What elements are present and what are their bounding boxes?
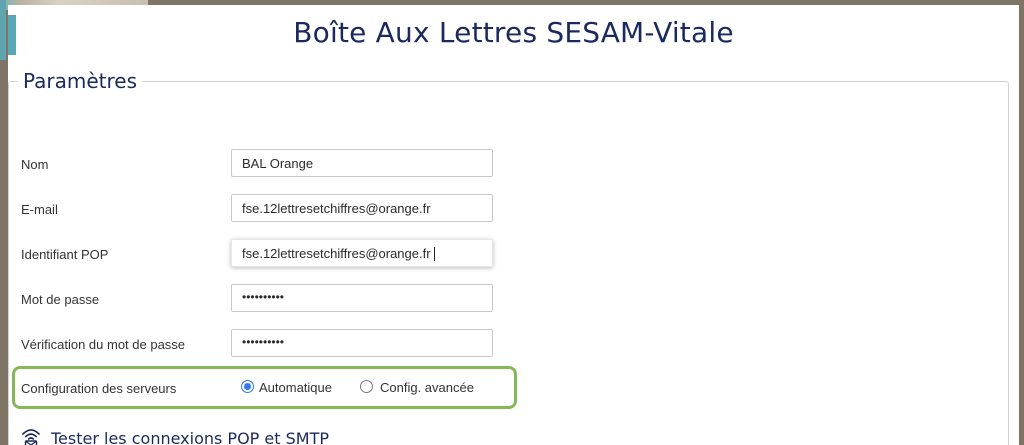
password-check-label: Vérification du mot de passe (21, 337, 186, 352)
password-check-mask: •••••••••• (242, 335, 285, 349)
parameters-legend: Paramètres (23, 69, 138, 93)
pop-id-label: Identifiant POP (21, 247, 109, 262)
nom-label: Nom (21, 157, 49, 172)
wifi-mail-icon (21, 427, 41, 445)
parameters-section: Paramètres Nom BAL Orange E-mail fse.12l… (8, 69, 1009, 445)
radio-automatique-label[interactable]: Automatique (259, 380, 332, 395)
pop-id-input[interactable]: fse.12lettresetchiffres@orange.fr (231, 239, 493, 267)
radio-config-avancee-label[interactable]: Config. avancée (380, 380, 474, 395)
test-connections-button[interactable]: Tester les connexions POP et SMTP (21, 426, 329, 445)
nom-input[interactable]: BAL Orange (231, 149, 493, 177)
server-config-label: Configuration des serveurs (21, 381, 177, 396)
test-connections-label: Tester les connexions POP et SMTP (51, 428, 329, 445)
password-mask: •••••••••• (242, 290, 285, 304)
radio-config-avancee[interactable] (360, 380, 373, 393)
mailbox-settings-dialog: Boîte Aux Lettres SESAM-Vitale Paramètre… (8, 5, 1019, 445)
email-label: E-mail (21, 202, 58, 217)
radio-automatique[interactable] (241, 380, 254, 393)
page-title: Boîte Aux Lettres SESAM-Vitale (293, 16, 734, 49)
password-input[interactable]: •••••••••• (231, 284, 493, 312)
password-label: Mot de passe (21, 292, 100, 307)
text-caret (433, 247, 435, 261)
password-check-input[interactable]: •••••••••• (231, 329, 493, 357)
pop-id-value: fse.12lettresetchiffres@orange.fr (242, 246, 431, 261)
email-input[interactable]: fse.12lettresetchiffres@orange.fr (231, 194, 493, 222)
